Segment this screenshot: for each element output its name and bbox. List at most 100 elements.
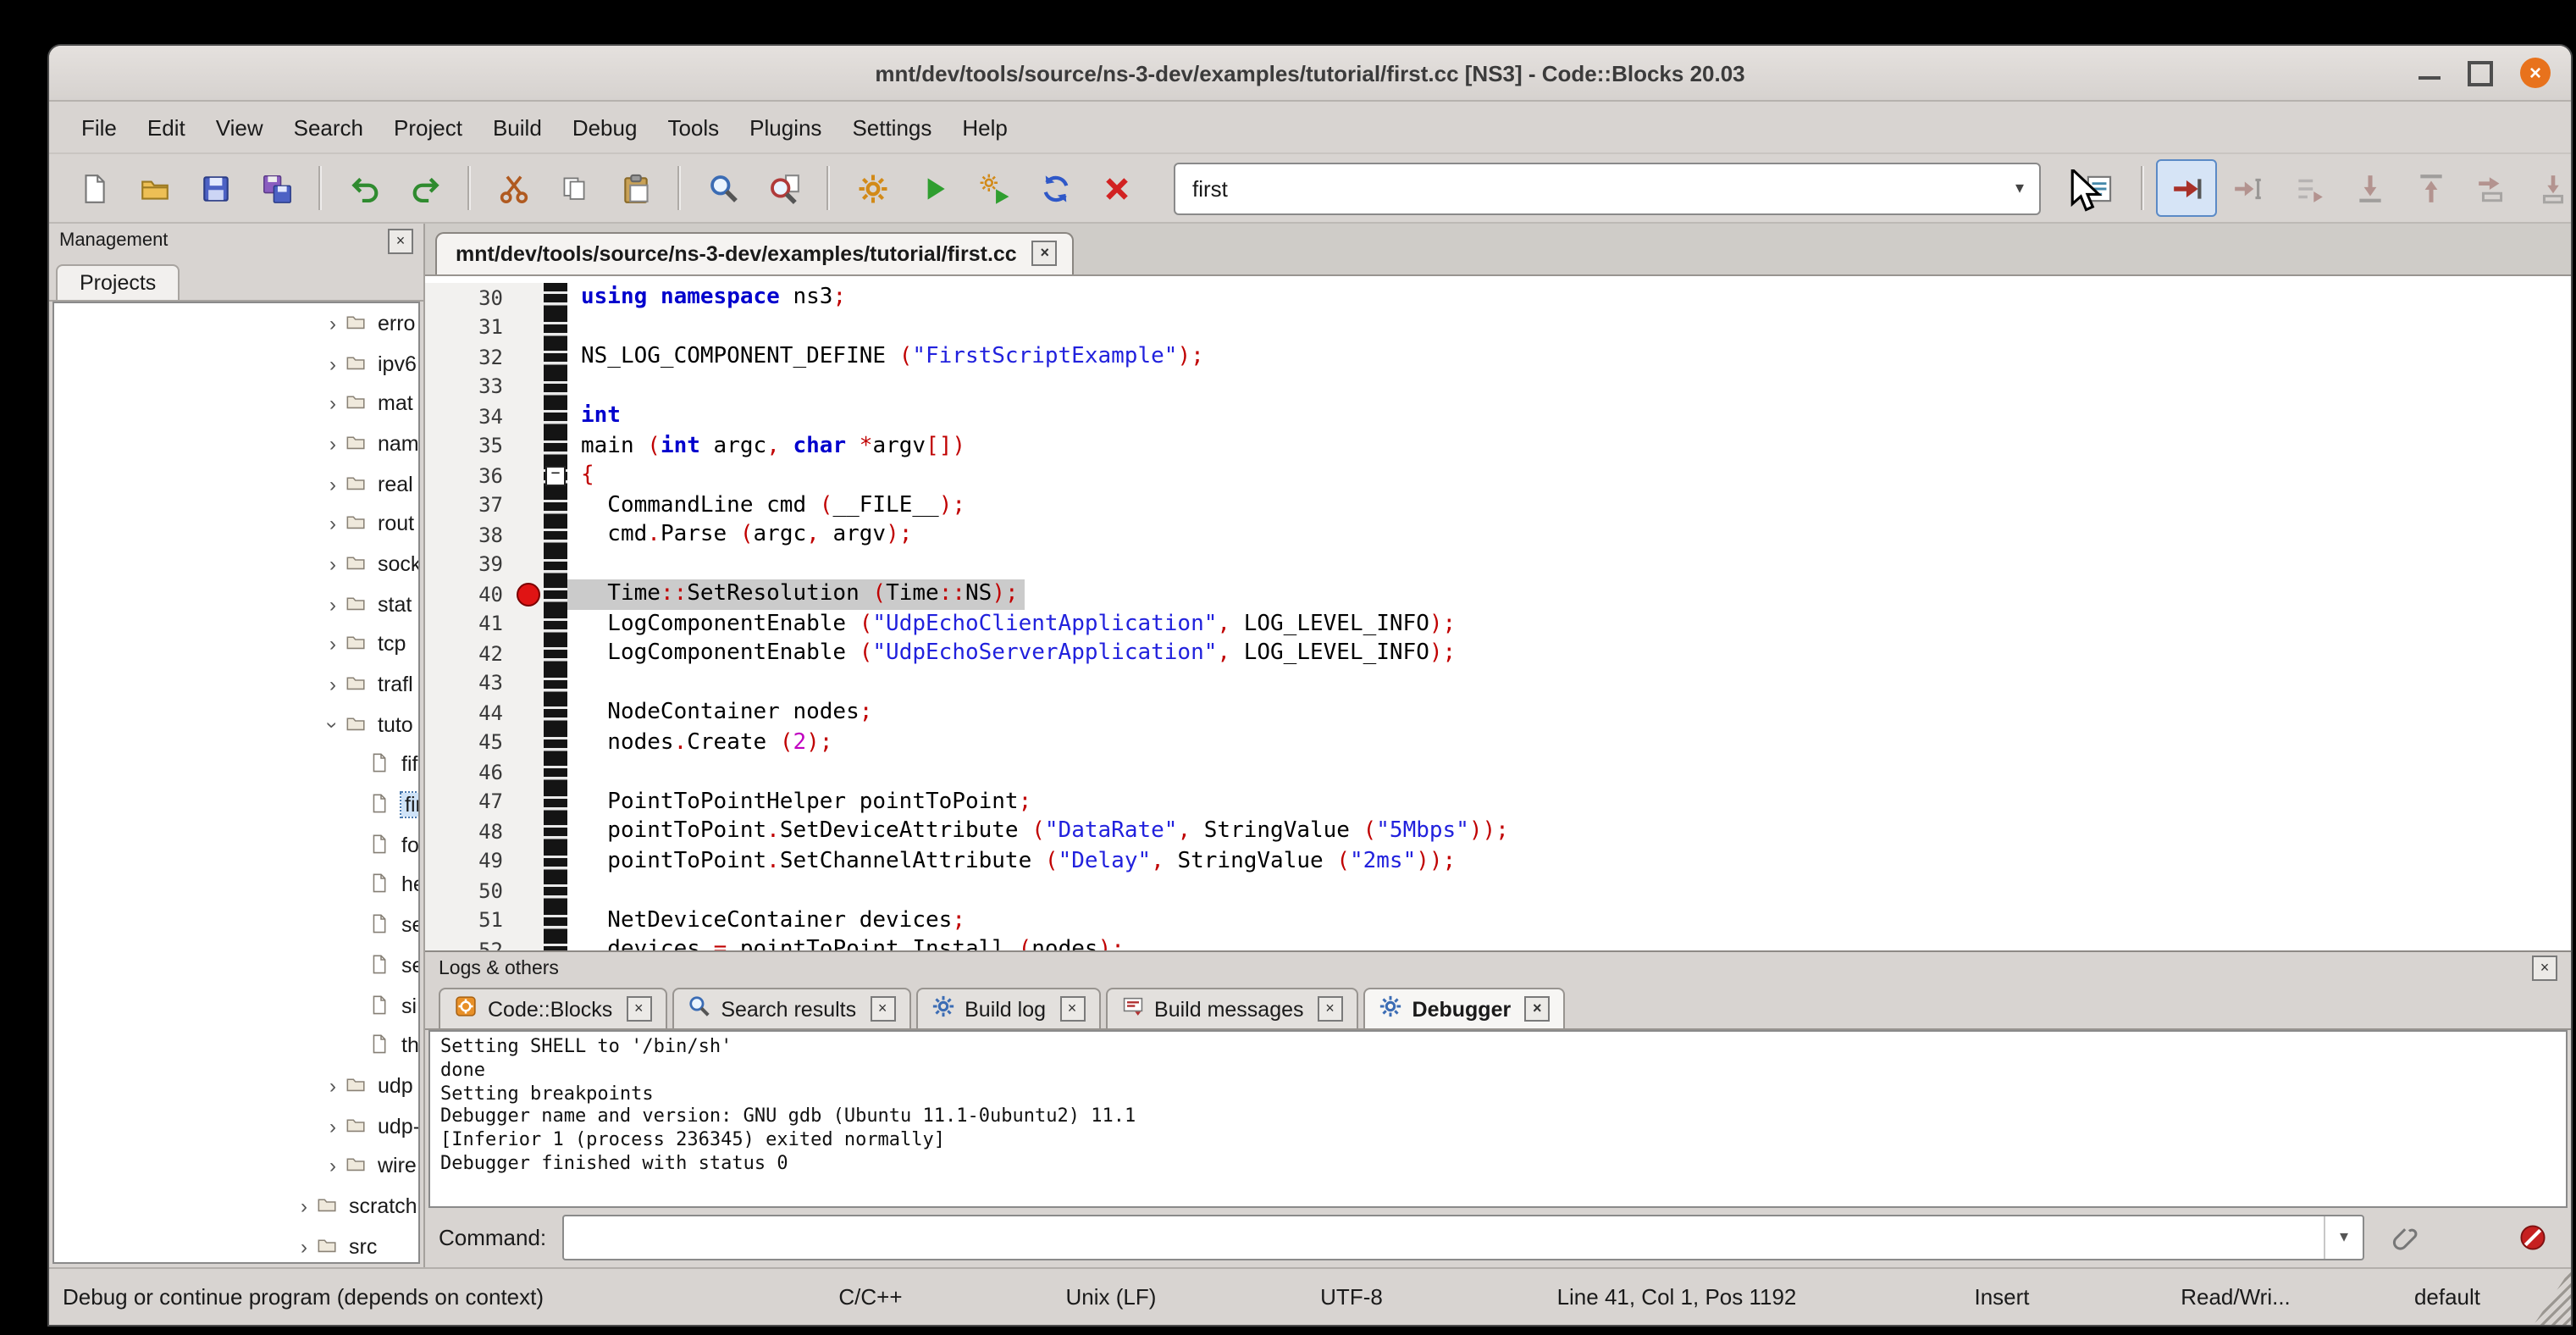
logs-tab-search-results[interactable]: Search results× (672, 988, 910, 1028)
breakpoint-margin[interactable] (513, 490, 544, 520)
new-file-button[interactable] (63, 159, 124, 217)
line-number[interactable]: 31 (425, 313, 513, 342)
logs-close-button[interactable]: × (2532, 956, 2557, 981)
code-area[interactable]: 30using namespace ns3;3132NS_LOG_COMPONE… (425, 276, 2571, 950)
log-output[interactable]: Setting SHELL to '/bin/sh'doneSetting br… (428, 1030, 2568, 1208)
management-close-button[interactable]: × (388, 228, 413, 253)
chevron-right-icon[interactable]: › (291, 1234, 317, 1258)
chevron-right-icon[interactable]: › (291, 1194, 317, 1218)
breakpoint-margin[interactable] (513, 313, 544, 342)
tree-item-mat[interactable]: ›mat (54, 384, 418, 424)
line-number[interactable]: 50 (425, 876, 513, 906)
breakpoint-margin[interactable] (513, 817, 544, 846)
tree-item-se[interactable]: se (54, 945, 418, 985)
line-number[interactable]: 30 (425, 283, 513, 313)
line-number[interactable]: 36 (425, 461, 513, 490)
code-line[interactable]: 46 (425, 757, 2571, 787)
resize-grip-icon[interactable] (2534, 1269, 2571, 1325)
breakpoint-margin[interactable] (513, 698, 544, 728)
breakpoint-margin[interactable] (513, 639, 544, 668)
chevron-right-icon[interactable]: › (320, 1155, 345, 1178)
breakpoint-margin[interactable] (513, 846, 544, 876)
logs-tab-close-button[interactable]: × (626, 996, 651, 1022)
code-line[interactable]: 35main (int argc, char *argv[]) (425, 431, 2571, 461)
menu-view[interactable]: View (201, 108, 279, 147)
code-line[interactable]: 50 (425, 876, 2571, 906)
run-button[interactable] (903, 159, 964, 217)
code-line[interactable]: 45 nodes.Create (2); (425, 728, 2571, 757)
attach-button[interactable] (2380, 1214, 2429, 1261)
tree-item-rout[interactable]: ›rout (54, 504, 418, 544)
tree-item-nam[interactable]: ›nam (54, 424, 418, 463)
maximize-button[interactable] (2468, 60, 2493, 86)
chevron-right-icon[interactable]: › (320, 512, 345, 536)
code-line[interactable]: 48 pointToPoint.SetDeviceAttribute ("Dat… (425, 817, 2571, 846)
chevron-right-icon[interactable]: › (320, 352, 345, 375)
tree-item-he[interactable]: he (54, 865, 418, 905)
breakpoint-margin[interactable] (513, 668, 544, 698)
undo-button[interactable] (334, 159, 395, 217)
code-line[interactable]: 44 NodeContainer nodes; (425, 698, 2571, 728)
line-number[interactable]: 37 (425, 490, 513, 520)
chevron-right-icon[interactable]: › (320, 552, 345, 576)
code-line[interactable]: 39 (425, 550, 2571, 579)
breakpoint-margin[interactable] (513, 402, 544, 431)
debug-continue-button[interactable] (2156, 159, 2217, 217)
tab-projects[interactable]: Projects (56, 264, 180, 300)
line-number[interactable]: 48 (425, 817, 513, 846)
logs-tab-close-button[interactable]: × (1524, 996, 1550, 1022)
logs-tab-build-log[interactable]: Build log× (915, 988, 1100, 1028)
open-file-button[interactable] (124, 159, 185, 217)
tree-item-si[interactable]: si (54, 985, 418, 1025)
chevron-right-icon[interactable]: › (320, 1114, 345, 1138)
copy-button[interactable] (544, 159, 605, 217)
find-in-files-button[interactable] (754, 159, 815, 217)
menu-search[interactable]: Search (279, 108, 379, 147)
tree-item-trafl[interactable]: ›trafl (54, 664, 418, 704)
logs-tab-debugger[interactable]: Debugger× (1363, 988, 1566, 1028)
code-line[interactable]: 33 (425, 372, 2571, 402)
line-number[interactable]: 39 (425, 550, 513, 579)
breakpoint-margin[interactable] (513, 372, 544, 402)
stop-debugger-button[interactable] (2508, 1214, 2557, 1261)
build-and-run-button[interactable] (964, 159, 1025, 217)
project-tree[interactable]: ›erro›ipv6›mat›nam›real›rout›sock›stat›t… (53, 302, 420, 1264)
line-number[interactable]: 45 (425, 728, 513, 757)
line-number[interactable]: 33 (425, 372, 513, 402)
menu-tools[interactable]: Tools (652, 108, 734, 147)
tree-item-src[interactable]: ›src (54, 1227, 418, 1264)
menu-project[interactable]: Project (379, 108, 478, 147)
chevron-right-icon[interactable]: › (320, 312, 345, 335)
breakpoint-margin[interactable] (513, 342, 544, 372)
find-button[interactable] (693, 159, 754, 217)
tree-item-udp[interactable]: ›udp (54, 1066, 418, 1105)
chevron-right-icon[interactable]: › (320, 1074, 345, 1098)
line-number[interactable]: 51 (425, 906, 513, 935)
breakpoint-margin[interactable] (513, 461, 544, 490)
tree-item-th[interactable]: th (54, 1026, 418, 1066)
menu-edit[interactable]: Edit (132, 108, 201, 147)
breakpoint-margin[interactable] (513, 906, 544, 935)
breakpoint-margin[interactable] (513, 787, 544, 817)
logs-tab-code-blocks[interactable]: Code::Blocks× (439, 988, 666, 1028)
breakpoint-margin[interactable] (513, 935, 544, 950)
menu-file[interactable]: File (66, 108, 132, 147)
chevron-right-icon[interactable]: › (320, 673, 345, 696)
save-all-button[interactable] (246, 159, 307, 217)
editor-tab-first-cc[interactable]: mnt/dev/tools/source/ns-3-dev/examples/t… (435, 232, 1075, 274)
line-number[interactable]: 38 (425, 520, 513, 550)
breakpoint-margin[interactable] (513, 609, 544, 639)
code-line[interactable]: 52 devices = pointToPoint.Install (nodes… (425, 935, 2571, 950)
tree-item-stat[interactable]: ›stat (54, 584, 418, 624)
line-number[interactable]: 47 (425, 787, 513, 817)
code-line[interactable]: 36−{ (425, 461, 2571, 490)
breakpoint-margin[interactable] (513, 550, 544, 579)
select-target-button[interactable] (2068, 159, 2129, 217)
code-line[interactable]: 51 NetDeviceContainer devices; (425, 906, 2571, 935)
breakpoint-margin[interactable] (513, 520, 544, 550)
code-line[interactable]: 34int (425, 402, 2571, 431)
code-line[interactable]: 30using namespace ns3; (425, 283, 2571, 313)
menu-settings[interactable]: Settings (837, 108, 947, 147)
line-number[interactable]: 32 (425, 342, 513, 372)
tree-item-scratch[interactable]: ›scratch (54, 1186, 418, 1226)
